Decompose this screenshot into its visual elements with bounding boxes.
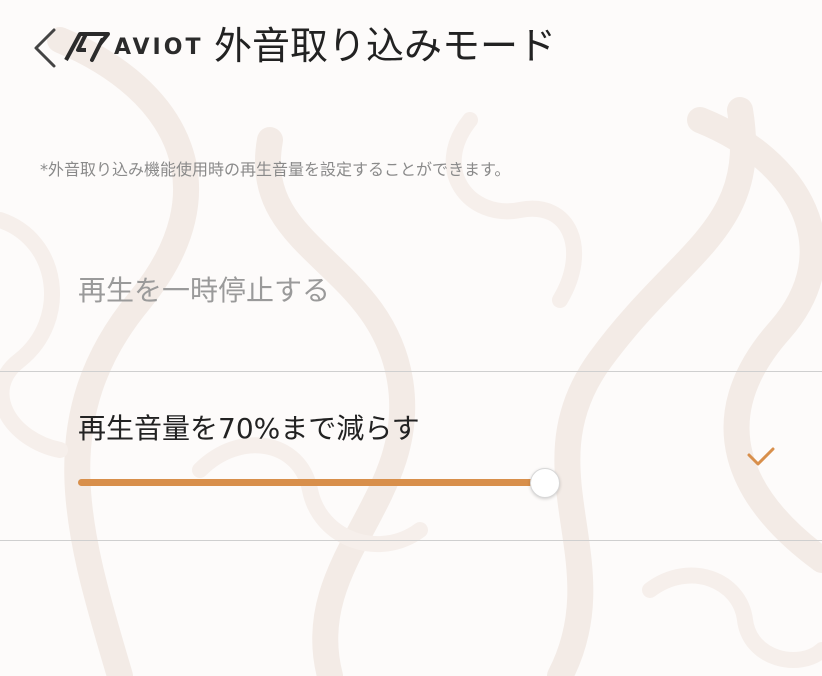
page-title: 外音取り込みモード	[214, 24, 557, 68]
checkmark-icon	[747, 447, 775, 466]
option-reduce-volume[interactable]: 再生音量を70%まで減らす	[0, 372, 822, 540]
brand-logo: AVIOT	[64, 30, 208, 64]
chevron-left-icon	[34, 28, 56, 68]
brand-name: AVIOT	[114, 35, 204, 60]
option-label: 再生を一時停止する	[78, 274, 331, 307]
volume-slider[interactable]	[78, 464, 560, 500]
slider-thumb[interactable]	[530, 468, 560, 498]
divider	[0, 540, 822, 541]
settings-note: *外音取り込み機能使用時の再生音量を設定することができます。	[40, 160, 511, 179]
option-pause-playback[interactable]: 再生を一時停止する	[0, 250, 822, 370]
aviot-logo-mark	[64, 32, 110, 62]
app-header: AVIOT 外音取り込みモード	[0, 0, 822, 100]
slider-fill	[78, 479, 544, 486]
option-label: 再生音量を70%まで減らす	[78, 412, 420, 445]
back-button[interactable]	[28, 26, 62, 70]
